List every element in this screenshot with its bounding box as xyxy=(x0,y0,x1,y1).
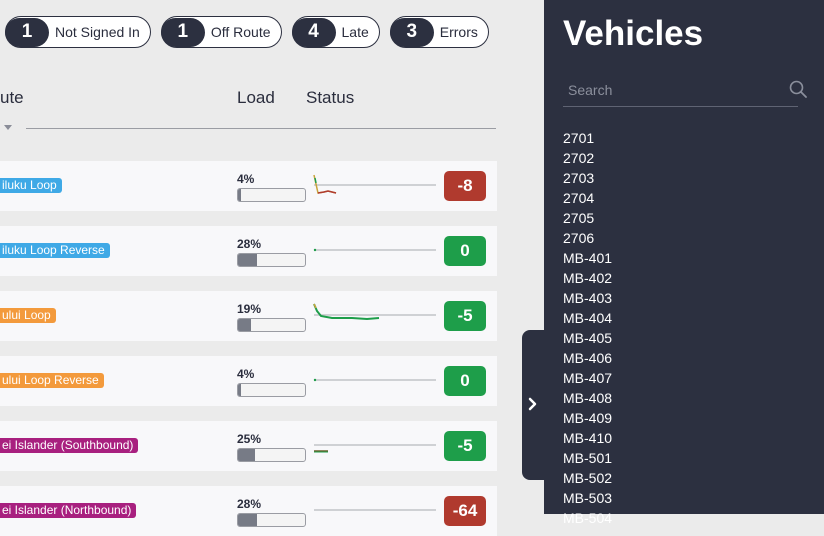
list-item[interactable]: MB-401 xyxy=(563,248,612,268)
status-badge: -5 xyxy=(444,431,486,461)
filter-late[interactable]: 4 Late xyxy=(291,16,380,48)
filter-label: Off Route xyxy=(210,24,271,40)
load-bar-fill xyxy=(238,514,257,526)
table-row[interactable]: iluku Loop 4% -8 xyxy=(0,161,497,211)
filter-count: 3 xyxy=(389,17,434,47)
list-item[interactable]: MB-501 xyxy=(563,448,612,468)
load-percent: 19% xyxy=(237,302,262,316)
load-percent: 4% xyxy=(237,367,255,381)
route-tag: ului Loop Reverse xyxy=(0,373,104,388)
list-item[interactable]: 2706 xyxy=(563,228,612,248)
sidebar-toggle-button[interactable] xyxy=(522,330,544,480)
list-item[interactable]: MB-406 xyxy=(563,348,612,368)
load-bar xyxy=(237,318,306,332)
chevron-right-icon xyxy=(528,397,537,411)
route-tag: ei Islander (Northbound) xyxy=(0,503,137,518)
list-item[interactable]: 2705 xyxy=(563,208,612,228)
load-percent: 4% xyxy=(237,172,255,186)
status-sparkline xyxy=(314,509,436,511)
filter-off-route[interactable]: 1 Off Route xyxy=(160,16,282,48)
search-input[interactable] xyxy=(563,78,798,107)
route-tag: ului Loop xyxy=(0,308,56,323)
list-item[interactable]: MB-503 xyxy=(563,488,612,508)
route-tag: iluku Loop xyxy=(0,178,62,193)
status-sparkline xyxy=(313,303,436,321)
column-header-load[interactable]: Load xyxy=(237,88,275,108)
status-sparkline xyxy=(314,444,436,453)
list-item[interactable]: 2703 xyxy=(563,168,612,188)
column-header-route[interactable]: ute xyxy=(0,88,24,108)
load-bar-fill xyxy=(238,449,255,461)
filter-label: Errors xyxy=(439,24,478,40)
search-icon[interactable] xyxy=(789,80,807,98)
list-item[interactable]: MB-409 xyxy=(563,408,612,428)
filter-count: 1 xyxy=(160,17,205,47)
load-bar xyxy=(237,188,306,202)
load-bar xyxy=(237,513,306,527)
list-item[interactable]: 2702 xyxy=(563,148,612,168)
vehicle-list: 2701 2702 2703 2704 2705 2706 MB-401 MB-… xyxy=(563,128,612,528)
status-badge: -64 xyxy=(444,496,486,526)
header-divider xyxy=(26,128,496,129)
load-bar-fill xyxy=(238,384,241,396)
status-sparkline xyxy=(313,378,436,382)
status-badge: -5 xyxy=(444,301,486,331)
list-item[interactable]: MB-502 xyxy=(563,468,612,488)
status-badge: 0 xyxy=(444,236,486,266)
list-item[interactable]: MB-408 xyxy=(563,388,612,408)
sort-dropdown-icon[interactable] xyxy=(4,125,12,130)
list-item[interactable]: MB-403 xyxy=(563,288,612,308)
vehicles-sidebar: Vehicles 2701 2702 2703 2704 2705 2706 M… xyxy=(544,0,824,526)
list-item[interactable]: MB-404 xyxy=(563,308,612,328)
list-item[interactable]: MB-405 xyxy=(563,328,612,348)
load-bar xyxy=(237,383,306,397)
filter-not-signed-in[interactable]: 1 Not Signed In xyxy=(5,16,151,48)
list-item[interactable]: MB-504 xyxy=(563,508,612,528)
load-bar-fill xyxy=(238,319,251,331)
list-item[interactable]: MB-407 xyxy=(563,368,612,388)
sidebar-title: Vehicles xyxy=(563,14,704,53)
list-item[interactable]: 2704 xyxy=(563,188,612,208)
filter-count: 4 xyxy=(291,17,336,47)
status-sparkline xyxy=(313,174,436,194)
list-item[interactable]: MB-402 xyxy=(563,268,612,288)
load-bar-fill xyxy=(238,189,241,201)
filter-label: Not Signed In xyxy=(55,24,140,40)
filter-label: Late xyxy=(341,24,369,40)
status-badge: -8 xyxy=(444,171,486,201)
table-row[interactable]: iluku Loop Reverse 28% 0 xyxy=(0,226,497,276)
table-row[interactable]: ei Islander (Northbound) 28% -64 xyxy=(0,486,497,536)
load-percent: 25% xyxy=(237,432,262,446)
table-row[interactable]: ei Islander (Southbound) 25% -5 xyxy=(0,421,497,471)
route-tag: iluku Loop Reverse xyxy=(0,243,110,258)
load-bar xyxy=(237,448,306,462)
load-bar-fill xyxy=(238,254,257,266)
filter-errors[interactable]: 3 Errors xyxy=(389,16,489,48)
route-tag: ei Islander (Southbound) xyxy=(0,438,139,453)
list-item[interactable]: 2701 xyxy=(563,128,612,148)
status-sparkline xyxy=(313,248,436,252)
column-header-status[interactable]: Status xyxy=(306,88,354,108)
filter-count: 1 xyxy=(5,17,49,47)
status-badge: 0 xyxy=(444,366,486,396)
table-row[interactable]: ului Loop 19% -5 xyxy=(0,291,497,341)
load-percent: 28% xyxy=(237,237,262,251)
table-row[interactable]: ului Loop Reverse 4% 0 xyxy=(0,356,497,406)
load-bar xyxy=(237,253,306,267)
status-filter-bar: 1 Not Signed In 1 Off Route 4 Late 3 Err… xyxy=(5,16,489,48)
load-percent: 28% xyxy=(237,497,262,511)
list-item[interactable]: MB-410 xyxy=(563,428,612,448)
